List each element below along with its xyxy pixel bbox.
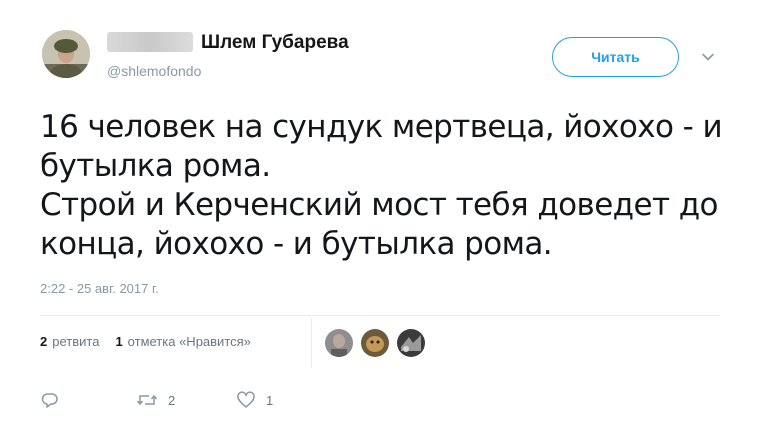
liker-avatar[interactable] [361, 329, 389, 357]
retweet-action[interactable]: 2 [136, 390, 175, 410]
retweet-icon[interactable] [136, 390, 158, 410]
author-display-name[interactable]: Шлем Губарева [201, 32, 349, 54]
author-avatar[interactable] [42, 30, 90, 78]
stats-separator [311, 318, 312, 368]
chevron-down-icon[interactable] [700, 49, 716, 65]
tweet-actions: 2 1 [40, 390, 360, 414]
soldier-avatar-icon [42, 30, 90, 78]
tweet-timestamp[interactable]: 2:22 - 25 авг. 2017 г. [40, 281, 159, 296]
reply-icon[interactable] [40, 390, 60, 410]
follow-button[interactable]: Читать [552, 37, 679, 77]
divider [40, 315, 720, 316]
liker-avatar-2-icon [361, 329, 389, 357]
author-handle[interactable]: @shlemofondo [107, 63, 201, 79]
tweet-text-line: Строй и Керченский мост тебя доведет до [40, 187, 719, 223]
liker-avatar[interactable] [325, 329, 353, 357]
retweet-count: 2 [168, 392, 176, 408]
liker-avatars [325, 329, 433, 357]
redacted-name-blur [107, 32, 193, 52]
likes-label[interactable]: отметка «Нравится» [128, 334, 251, 349]
retweets-label[interactable]: ретвита [52, 334, 99, 349]
tweet-stats: 2 ретвита 1 отметка «Нравится» [40, 334, 251, 349]
retweets-count[interactable]: 2 [40, 334, 47, 349]
tweet-text: 16 человек на сундук мертвеца, йохохо - … [40, 108, 740, 264]
heart-icon[interactable] [236, 390, 256, 410]
tweet-text-line: конца, йохохо - и бутылка рома. [40, 226, 553, 262]
tweet-text-line: 16 человек на сундук мертвеца, йохохо - … [40, 109, 723, 145]
tweet-text-line: бутылка рома. [40, 148, 271, 184]
liker-avatar-3-icon [397, 329, 425, 357]
reply-action[interactable] [40, 390, 60, 410]
liker-avatar[interactable] [397, 329, 425, 357]
liker-avatar-1-icon [325, 329, 353, 357]
like-count: 1 [266, 392, 274, 408]
like-action[interactable]: 1 [236, 390, 273, 410]
likes-count[interactable]: 1 [115, 334, 122, 349]
